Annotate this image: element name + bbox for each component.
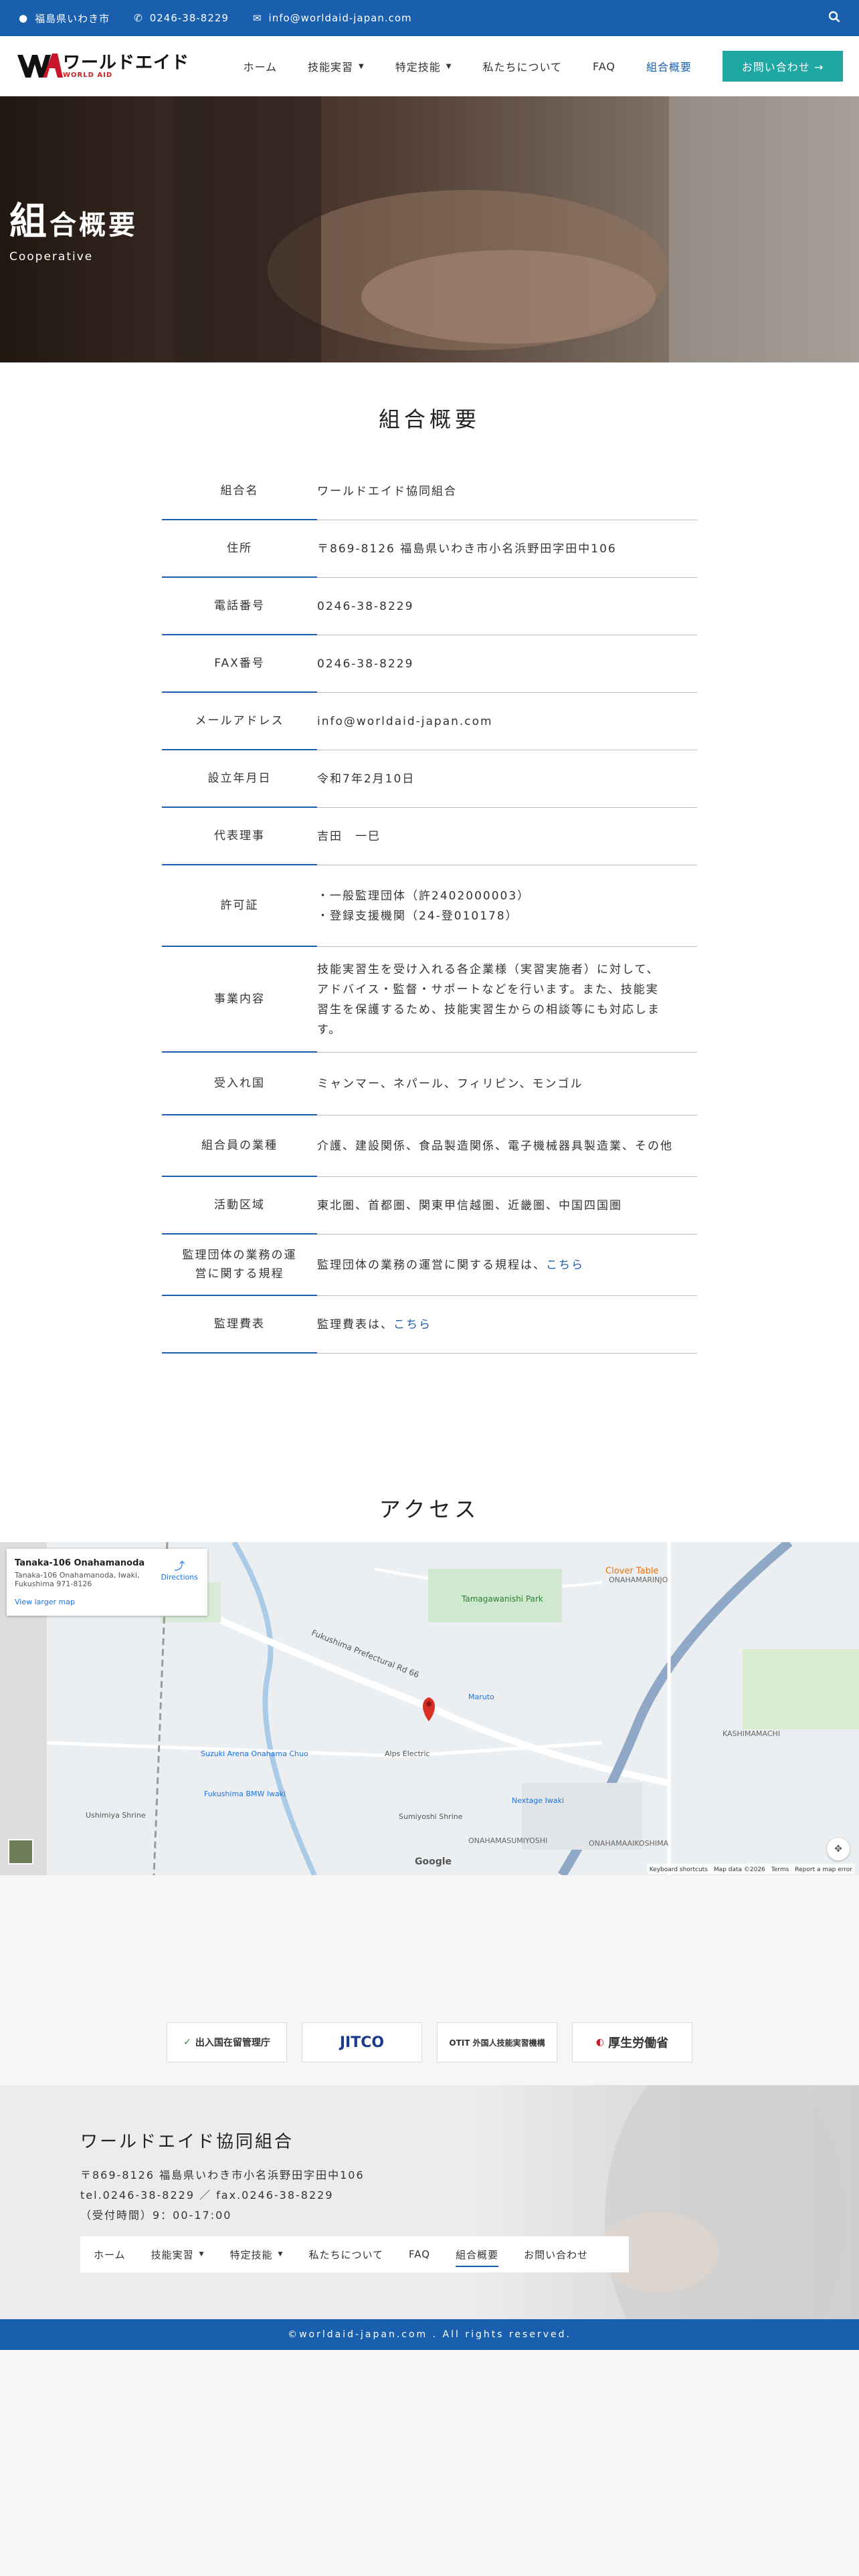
map-label-store: Fukushima BMW Iwaki bbox=[204, 1790, 286, 1798]
table-row: 設立年月日 令和7年2月10日 bbox=[162, 750, 697, 808]
table-row: FAX番号 0246-38-8229 bbox=[162, 635, 697, 693]
table-row: 受入れ国 ミャンマー、ネパール、フィリピン、モンゴル bbox=[162, 1053, 697, 1115]
footer-nav-specified-skills[interactable]: 特定技能 ▼ bbox=[230, 2248, 284, 2262]
menu: ホーム 技能実習 ▼ 特定技能 ▼ 私たちについて FAQ 組合概要 bbox=[243, 58, 723, 74]
map-info-card: Tanaka-106 Onahamanoda Tanaka-106 Onaham… bbox=[7, 1549, 207, 1616]
map-pin-icon: ● bbox=[19, 12, 29, 24]
table-row: 代表理事 吉田 一巳 bbox=[162, 808, 697, 865]
table-row: 住所 〒869-8126 福島県いわき市小名浜野田字田中106 bbox=[162, 520, 697, 578]
partner-logo-immigration[interactable]: ✓ 出入国在留管理庁 bbox=[167, 2022, 287, 2062]
nav-item-overview[interactable]: 組合概要 bbox=[646, 58, 692, 74]
caret-down-icon: ▼ bbox=[199, 2251, 205, 2258]
fullscreen-icon[interactable]: ✥ bbox=[827, 1838, 850, 1860]
logo-mark-icon bbox=[16, 49, 63, 83]
table-row: 電話番号 0246-38-8229 bbox=[162, 578, 697, 635]
map-attribution[interactable]: Keyboard shortcuts Map data ©2026 Terms … bbox=[646, 1864, 855, 1874]
logo-text: ワールドエイド bbox=[63, 52, 190, 73]
email-info[interactable]: ✉ info@worldaid-japan.com bbox=[253, 12, 412, 24]
contact-button[interactable]: お問い合わせ → bbox=[723, 51, 843, 82]
footer-company-name: ワールドエイド協同組合 bbox=[80, 2132, 294, 2152]
top-info-bar: ● 福島県いわき市 ✆ 0246-38-8229 ✉ info@worldaid… bbox=[0, 0, 859, 36]
partner-logo-jitco[interactable]: JITCO bbox=[302, 2022, 422, 2062]
map-label-store: Clover Table bbox=[605, 1566, 659, 1576]
table-row: 監理団体の業務の運営に関する規程 監理団体の業務の運営に関する規程は、こちら bbox=[162, 1235, 697, 1296]
phone-text[interactable]: 0246-38-8229 bbox=[150, 12, 229, 24]
access-header: アクセス bbox=[0, 1493, 859, 1542]
phone-icon: ✆ bbox=[134, 12, 143, 24]
map-label-store: Nextage Iwaki bbox=[512, 1796, 565, 1805]
map-label-store: Sumiyoshi Shrine bbox=[399, 1812, 463, 1821]
map-label-store: Maruto bbox=[468, 1693, 494, 1701]
map-label-store: Alps Electric bbox=[385, 1749, 430, 1758]
view-larger-map-link[interactable]: View larger map bbox=[15, 1598, 199, 1606]
google-logo: Google bbox=[415, 1856, 452, 1867]
nav-item-technical-training[interactable]: 技能実習 ▼ bbox=[308, 58, 365, 74]
access-title: アクセス bbox=[379, 1497, 480, 1522]
google-map[interactable]: Tamagawanishi Park Fukushima Prefectural… bbox=[0, 1542, 859, 1875]
hero-banner: 組合概要 Cooperative bbox=[0, 96, 859, 362]
location-text: 福島県いわき市 bbox=[35, 12, 110, 25]
table-row: メールアドレス info@worldaid-japan.com bbox=[162, 693, 697, 750]
footer-nav-faq[interactable]: FAQ bbox=[409, 2248, 430, 2260]
map-label-store: Suzuki Arena Onahama Chuo bbox=[201, 1749, 308, 1758]
table-row: 事業内容 技能実習生を受け入れる各企業様（実習実施者）に対して、アドバイス・監督・… bbox=[162, 947, 697, 1053]
footer-nav-contact[interactable]: お問い合わせ bbox=[524, 2248, 588, 2262]
page-subtitle: Cooperative bbox=[9, 250, 94, 263]
table-row: 活動区域 東北圏、首都圏、関東甲信越圏、近畿圏、中国四国圏 bbox=[162, 1177, 697, 1235]
footer-navigation: ホーム 技能実習 ▼ 特定技能 ▼ 私たちについて FAQ 組合概要 お問い合わせ bbox=[80, 2236, 629, 2272]
partner-logo-mhlw[interactable]: ◐ 厚生労働省 bbox=[572, 2022, 692, 2062]
nav-item-about[interactable]: 私たちについて bbox=[482, 58, 562, 74]
footer-person-image bbox=[598, 2085, 846, 2319]
caret-down-icon: ▼ bbox=[446, 62, 452, 70]
map-label-area: KASHIMAMACHI bbox=[723, 1729, 781, 1738]
copyright: ©worldaid-japan.com . All rights reserve… bbox=[0, 2319, 859, 2350]
caret-down-icon: ▼ bbox=[278, 2251, 284, 2258]
envelope-icon: ✉ bbox=[252, 12, 262, 24]
map-label-area: ONAHAMAAIKOSHIMA bbox=[589, 1839, 669, 1848]
footer-nav-overview[interactable]: 組合概要 bbox=[456, 2248, 499, 2267]
site-logo[interactable]: ワールドエイド WORLD AID bbox=[16, 49, 217, 83]
table-row: 監理費表 監理費表は、こちら bbox=[162, 1296, 697, 1354]
spacer bbox=[0, 1875, 859, 2022]
table-row: 許可証 ・一般監理団体（許2402000003） ・登録支援機関（24-登01017… bbox=[162, 865, 697, 947]
footer-nav-about[interactable]: 私たちについて bbox=[308, 2248, 383, 2262]
partner-logo-otit[interactable]: OTIT 外国人技能実習機構 bbox=[437, 2022, 557, 2062]
map-label-park: Tamagawanishi Park bbox=[462, 1594, 543, 1604]
nav-item-home[interactable]: ホーム bbox=[243, 58, 277, 74]
table-row: 組合員の業種 介護、建設関係、食品製造関係、電子機械器具製造業、その他 bbox=[162, 1115, 697, 1177]
footer-nav-technical-training[interactable]: 技能実習 ▼ bbox=[151, 2248, 205, 2262]
footer-address: 〒869-8126 福島県いわき市小名浜野田字田中106 tel.0246-38… bbox=[80, 2169, 365, 2222]
partner-logos: ✓ 出入国在留管理庁 JITCO OTIT 外国人技能実習機構 ◐ 厚生労働省 bbox=[0, 2022, 859, 2085]
overview-table: 組合名 ワールドエイド協同組合 住所 〒869-8126 福島県いわき市小名浜野田字… bbox=[162, 463, 697, 1354]
overview-section: 組合概要 組合名 ワールドエイド協同組合 住所 〒869-8126 福島県いわき市小… bbox=[0, 362, 859, 1493]
footer-nav-home[interactable]: ホーム bbox=[94, 2248, 126, 2262]
map-label-store: Ushimiya Shrine bbox=[86, 1811, 146, 1820]
table-row: 組合名 ワールドエイド協同組合 bbox=[162, 463, 697, 520]
nav-item-specified-skills[interactable]: 特定技能 ▼ bbox=[395, 58, 452, 74]
directions-button[interactable]: ⤴ Directions bbox=[161, 1557, 198, 1582]
location-info: ● 福島県いわき市 bbox=[19, 11, 110, 25]
search-icon[interactable] bbox=[828, 11, 840, 26]
overview-title: 組合概要 bbox=[378, 407, 480, 432]
regulation-link[interactable]: こちら bbox=[546, 1259, 584, 1272]
map-label-area: ONAHAMASUMIYOSHI bbox=[468, 1836, 548, 1845]
fee-table-link[interactable]: こちら bbox=[393, 1318, 432, 1331]
main-navigation: ワールドエイド WORLD AID ホーム 技能実習 ▼ 特定技能 ▼ 私たちについ… bbox=[0, 36, 859, 96]
map-layers-icon[interactable] bbox=[8, 1839, 33, 1864]
map-label-area: ONAHAMARINJO bbox=[609, 1576, 668, 1584]
directions-icon: ⤴ bbox=[174, 1560, 185, 1572]
page-bottom bbox=[0, 2350, 859, 2576]
phone-info[interactable]: ✆ 0246-38-8229 bbox=[134, 12, 229, 24]
nav-item-faq[interactable]: FAQ bbox=[593, 60, 615, 73]
page-title: 組合概要 bbox=[9, 200, 138, 243]
email-text[interactable]: info@worldaid-japan.com bbox=[269, 12, 412, 24]
site-footer: ワールドエイド協同組合 〒869-8126 福島県いわき市小名浜野田字田中106… bbox=[0, 2085, 859, 2319]
caret-down-icon: ▼ bbox=[359, 62, 365, 70]
